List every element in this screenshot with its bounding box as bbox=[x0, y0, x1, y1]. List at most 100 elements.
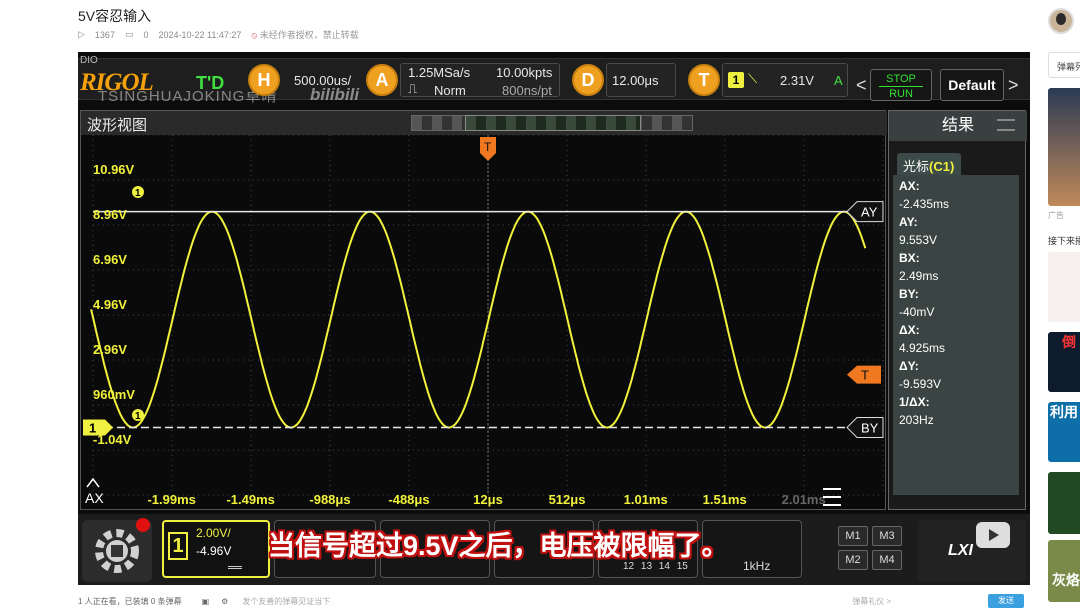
record-indicator bbox=[136, 518, 150, 532]
cursor-tab[interactable]: 光标(C1) bbox=[897, 153, 961, 175]
publish-date: 2024-10-22 11:47:27 bbox=[158, 29, 242, 40]
delay-value: 12.00μs bbox=[612, 73, 659, 88]
y-axis-label: -1.04V bbox=[93, 432, 132, 447]
scope-top-bar: DIO RIGOL TSINGHUAJOKING卓晴 bilibili T'D … bbox=[78, 55, 1030, 105]
math-m3-button[interactable]: M3 bbox=[872, 526, 902, 546]
acquire-icon[interactable]: A bbox=[366, 64, 398, 96]
cursor-ax-label: AX bbox=[85, 490, 104, 506]
trigger-icon[interactable]: T bbox=[688, 64, 720, 96]
no-icon: ⦸ bbox=[251, 30, 258, 40]
video-player[interactable]: DIO RIGOL TSINGHUAJOKING卓晴 bilibili T'D … bbox=[78, 52, 1030, 585]
result-key: 1/ΔX: bbox=[899, 395, 930, 409]
result-value: 203Hz bbox=[899, 413, 934, 427]
recommend-thumb-4[interactable] bbox=[1048, 472, 1080, 534]
math-m4-button[interactable]: M4 bbox=[872, 550, 902, 570]
video-title: 5V容忍输入 bbox=[78, 8, 152, 24]
recommend-thumb-3[interactable]: 利用 bbox=[1048, 402, 1080, 462]
horizontal-icon[interactable]: H bbox=[248, 64, 280, 96]
waveform-plot[interactable]: AY BY T T 1 AX 10.96V 8.96V 6.96V 4.96V 2.96V 960mV… bbox=[81, 135, 887, 511]
next-up-label: 接下来播 bbox=[1048, 236, 1080, 246]
waveform-title: 波形视图 bbox=[87, 117, 148, 134]
recommend-thumb-2[interactable]: 倒 bbox=[1048, 332, 1080, 392]
frequency-value: 1kHz bbox=[743, 559, 771, 573]
channel-1-box[interactable]: 1 2.00V/ -4.96V bbox=[162, 520, 270, 578]
x-axis-label: 2.01ms bbox=[782, 492, 826, 507]
send-button[interactable]: 发送 bbox=[988, 594, 1024, 608]
delay-icon[interactable]: D bbox=[572, 64, 604, 96]
default-button[interactable]: Default bbox=[940, 69, 1004, 101]
result-key: AX: bbox=[899, 179, 920, 193]
y-axis-label: 4.96V bbox=[93, 297, 127, 312]
ad-label: 广告 bbox=[1048, 211, 1064, 220]
result-key: ΔY: bbox=[899, 359, 919, 373]
cursor-results: AX: -2.435ms AY: 9.553V BX: 2.49ms BY: -40mV ΔX:… bbox=[893, 175, 1019, 495]
memory-window bbox=[465, 115, 641, 131]
waveform-view: 波形视图 AY BY T T 1 AX 10.96V 8.96V 6.96V 4.96V 2.96V… bbox=[80, 110, 887, 511]
result-value: 9.553V bbox=[899, 233, 938, 247]
ns-per-point: 800ns/pt bbox=[502, 83, 552, 98]
channel-1-number: 1 bbox=[168, 532, 188, 560]
results-menu-icon[interactable] bbox=[997, 119, 1015, 131]
video-meta: ▷ 1367 ▭ 0 2024-10-22 11:47:27 ⦸ 未经作者授权，… bbox=[78, 28, 359, 41]
result-key: BY: bbox=[899, 287, 919, 301]
channel-1-scale: 2.00V/ bbox=[196, 526, 231, 540]
y-axis-label: 10.96V bbox=[93, 162, 135, 177]
channel-1-lower-marker: 1 bbox=[135, 411, 141, 422]
math-m1-button[interactable]: M1 bbox=[838, 526, 868, 546]
channel-1-offset: -4.96V bbox=[196, 544, 232, 558]
video-page: 5V容忍输入 ▷ 1367 ▭ 0 2024-10-22 11:47:27 ⦸ … bbox=[0, 0, 1080, 608]
y-axis-label: 2.96V bbox=[93, 342, 127, 357]
recommend-thumb-5[interactable]: 灰烙 bbox=[1048, 540, 1080, 602]
results-panel: 结果 光标(C1) AX: -2.435ms AY: 9.553V BX: 2.49ms B… bbox=[888, 110, 1027, 510]
td-mode: T'D bbox=[196, 73, 225, 93]
result-key: BX: bbox=[899, 251, 920, 265]
x-axis-label: -488μs bbox=[388, 492, 429, 507]
x-axis-label: -1.99ms bbox=[147, 492, 195, 507]
comment-count: 0 bbox=[143, 29, 149, 40]
pulse-icon: ⎍ bbox=[408, 81, 418, 96]
danmu-toggle-icon[interactable]: ▣ bbox=[202, 597, 210, 606]
result-value: -40mV bbox=[899, 305, 935, 319]
recommend-thumb-1[interactable] bbox=[1048, 252, 1080, 322]
comment-icon: ▭ bbox=[124, 29, 134, 39]
play-count: 1367 bbox=[94, 29, 115, 40]
trigger-level-marker: T bbox=[861, 368, 869, 383]
result-value: 4.925ms bbox=[899, 341, 946, 355]
cursor-ay-marker: AY bbox=[861, 205, 878, 220]
x-axis-label: 1.01ms bbox=[624, 492, 668, 507]
cursor-by-marker: BY bbox=[861, 421, 879, 436]
y-axis-label: 960mV bbox=[93, 387, 135, 402]
time-scale: 500.00us/ bbox=[294, 73, 352, 88]
y-axis-label: 8.96V bbox=[93, 207, 127, 222]
channel-1-bar bbox=[228, 566, 242, 569]
danmu-settings-icon[interactable]: ⚙ bbox=[221, 597, 228, 606]
rising-edge-icon: ⟍ bbox=[748, 71, 758, 86]
math-m2-button[interactable]: M2 bbox=[838, 550, 868, 570]
nav-left-icon[interactable]: < bbox=[856, 75, 867, 96]
memory-depth: 10.00kpts bbox=[496, 65, 553, 80]
result-value: -9.593V bbox=[899, 377, 942, 391]
acquire-mode: Norm bbox=[434, 83, 466, 98]
uploader-avatar[interactable] bbox=[1048, 8, 1074, 34]
danmu-input[interactable]: 发个友善的弹幕见证当下 bbox=[242, 596, 852, 607]
ad-thumbnail[interactable] bbox=[1048, 88, 1080, 206]
x-axis-label: -988μs bbox=[309, 492, 350, 507]
result-key: ΔX: bbox=[899, 323, 920, 337]
play-icon[interactable] bbox=[976, 522, 1010, 548]
channel-1-upper-marker: 1 bbox=[135, 188, 141, 199]
result-value: 2.49ms bbox=[899, 269, 939, 283]
nav-right-icon[interactable]: > bbox=[1008, 75, 1019, 96]
watching-count: 1 人正在看，已装填 0 条弹幕 bbox=[78, 596, 182, 606]
video-subtitle: 当信号超过9.5V之后，电压被限幅了。 bbox=[268, 531, 729, 561]
play-count-icon: ▷ bbox=[78, 29, 85, 39]
trigger-channel: 1 bbox=[728, 72, 744, 88]
stop-run-button[interactable]: STOP RUN bbox=[870, 69, 932, 101]
danmu-etiquette-link[interactable]: 弹幕礼仪 > bbox=[852, 596, 891, 607]
x-axis-label: 1.51ms bbox=[703, 492, 747, 507]
danmu-list-button[interactable]: 弹幕列 bbox=[1048, 52, 1080, 78]
x-axis-label: 512μs bbox=[549, 492, 586, 507]
sine-wave-trace bbox=[90, 210, 867, 429]
trigger-position-marker: T bbox=[484, 140, 492, 154]
y-axis-label: 6.96V bbox=[93, 252, 127, 267]
dio-glyph: DIO bbox=[80, 55, 98, 66]
